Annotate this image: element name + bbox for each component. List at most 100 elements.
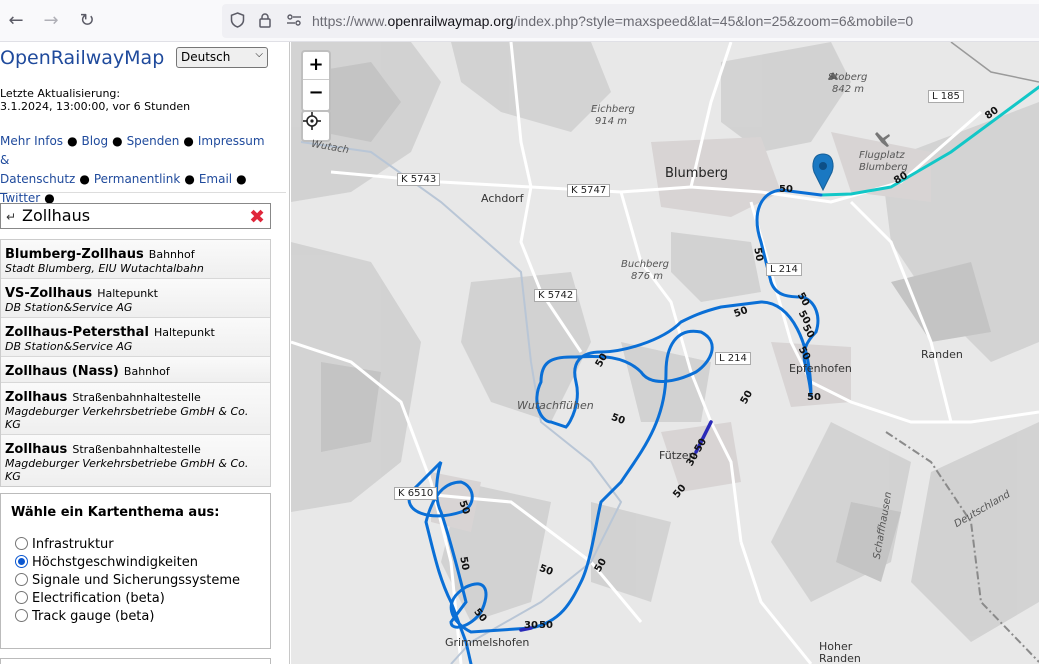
- radio-button[interactable]: [15, 555, 28, 568]
- search-result-item[interactable]: VS-Zollhaus Haltepunkt DB Station&Service…: [1, 279, 270, 318]
- speed-label: 50: [807, 392, 821, 403]
- result-operator: DB Station&Service AG: [5, 301, 133, 314]
- radio-button[interactable]: [15, 609, 28, 622]
- peak-buchberg: Buchberg: [621, 259, 669, 270]
- result-name: Zollhaus: [5, 442, 68, 457]
- search-result-item[interactable]: Blumberg-Zollhaus Bahnhof Stadt Blumberg,…: [1, 240, 270, 279]
- result-name: VS-Zollhaus: [5, 286, 93, 301]
- link-email[interactable]: Email: [199, 172, 232, 186]
- link-donate[interactable]: Spenden: [127, 134, 180, 148]
- next-panel-edge: [0, 658, 271, 664]
- theme-option[interactable]: Track gauge (beta): [15, 609, 154, 624]
- speed-label: 50: [751, 246, 765, 263]
- locate-control: [301, 110, 331, 142]
- search-result-item[interactable]: Zollhaus Straßenbahnhaltestelle Magdeburg…: [1, 383, 270, 435]
- map-view[interactable]: + − Blumberg Achdorf Randen Fützen Epfen…: [291, 42, 1039, 664]
- theme-option-label: Electrification (beta): [32, 591, 165, 606]
- link-permalink[interactable]: Permanentlink: [94, 172, 180, 186]
- zoom-in-button[interactable]: +: [303, 52, 329, 80]
- theme-option-label: Höchstgeschwindigkeiten: [32, 555, 199, 570]
- result-operator: Stadt Blumberg, EIU Wutachtalbahn: [5, 262, 204, 275]
- place-epfenhofen: Epfenhofen: [789, 362, 852, 375]
- result-heading: Zollhaus Straßenbahnhaltestelle: [5, 438, 266, 457]
- road-shield: K 5743: [397, 173, 441, 186]
- separator-dot: ●: [236, 172, 247, 186]
- sidebar: OpenRailwayMap Deutsch ⌵ Letzte Aktualis…: [0, 42, 290, 664]
- speed-label: 50: [539, 620, 553, 631]
- shield-icon[interactable]: [230, 12, 245, 32]
- peak-stoberg-elevation: 842 m: [832, 84, 865, 95]
- reload-icon[interactable]: ↻: [76, 10, 98, 32]
- map-theme-panel: Wähle ein Kartenthema aus: Infrastruktur…: [0, 493, 271, 649]
- place-grimmelshofen: Grimmelshofen: [445, 636, 530, 649]
- theme-option[interactable]: Signale und Sicherungssysteme: [15, 573, 240, 588]
- radio-button[interactable]: [15, 591, 28, 604]
- result-operator: Magdeburger Verkehrsbetriebe GmbH & Co. …: [5, 405, 249, 431]
- crosshair-icon: [303, 112, 321, 130]
- separator-dot: ●: [67, 134, 78, 148]
- search-box[interactable]: ↵ Zollhaus ✖: [0, 203, 271, 229]
- last-update-value: 3.1.2024, 13:00:00, vor 6 Stunden: [0, 100, 191, 113]
- language-select-value: Deutsch: [181, 50, 231, 64]
- place-wutachfluehen: Wutachflühen: [517, 399, 594, 412]
- result-type: Straßenbahnhaltestelle: [72, 443, 201, 456]
- url-path: /index.php?style=maxspeed&lat=45&lon=25&…: [513, 13, 914, 29]
- radio-button[interactable]: [15, 537, 28, 550]
- lock-icon[interactable]: [258, 12, 272, 32]
- clear-search-icon[interactable]: ✖: [249, 206, 265, 228]
- road-shield: K 5747: [567, 184, 611, 197]
- place-hoher-randen-2: Randen: [819, 652, 861, 664]
- forward-icon[interactable]: →: [40, 10, 62, 32]
- separator-dot: ●: [183, 134, 194, 148]
- theme-option[interactable]: Electrification (beta): [15, 591, 165, 606]
- back-icon[interactable]: ←: [5, 10, 27, 32]
- map-theme-title: Wähle ein Kartenthema aus:: [11, 505, 220, 520]
- search-input[interactable]: Zollhaus: [22, 206, 90, 225]
- place-blumberg: Blumberg: [665, 166, 729, 181]
- address-bar[interactable]: https://www.openrailwaymap.org/index.php…: [222, 4, 1039, 38]
- url-host: openrailwaymap.org: [387, 13, 514, 29]
- result-type: Haltepunkt: [154, 326, 215, 339]
- url-prefix: https://www.: [312, 13, 388, 29]
- search-results: Blumberg-Zollhaus Bahnhof Stadt Blumberg,…: [0, 239, 271, 487]
- radio-button[interactable]: [15, 573, 28, 586]
- link-more-info[interactable]: Mehr Infos: [0, 134, 63, 148]
- divider: [0, 192, 286, 193]
- theme-option[interactable]: Infrastruktur: [15, 537, 114, 552]
- road-shield: K 5742: [534, 289, 578, 302]
- airport-label: Flugplatz: [859, 150, 905, 161]
- locate-button[interactable]: [303, 112, 329, 140]
- road-shield: L 214: [766, 263, 802, 276]
- search-result-item[interactable]: Zollhaus (Nass) Bahnhof: [1, 357, 270, 383]
- permissions-icon[interactable]: [286, 12, 302, 32]
- zoom-out-button[interactable]: −: [303, 80, 329, 108]
- result-operator: DB Station&Service AG: [5, 340, 133, 353]
- url-text: https://www.openrailwaymap.org/index.php…: [312, 13, 913, 29]
- search-result-item[interactable]: Zollhaus Straßenbahnhaltestelle Magdeburg…: [1, 435, 270, 486]
- search-caret-icon: ↵: [6, 210, 17, 224]
- result-name: Zollhaus (Nass): [5, 364, 119, 379]
- result-heading: Zollhaus (Nass) Bahnhof: [5, 360, 266, 379]
- result-type: Bahnhof: [148, 248, 195, 261]
- peak-eichberg: Eichberg: [591, 104, 635, 115]
- peak-buchberg-elevation: 876 m: [631, 271, 664, 282]
- peak-eichberg-elevation: 914 m: [595, 116, 628, 127]
- speed-label: 30: [524, 620, 538, 631]
- road-shield: K 6510: [394, 487, 438, 500]
- place-randen: Randen: [921, 348, 963, 361]
- link-privacy[interactable]: Datenschutz: [0, 172, 75, 186]
- separator-dot: ●: [184, 172, 195, 186]
- result-name: Zollhaus: [5, 390, 68, 405]
- app-title: OpenRailwayMap: [0, 47, 165, 69]
- browser-toolbar: ← → ↻ https://www.openrailwaymap.org/ind…: [0, 0, 1039, 42]
- search-result-item[interactable]: Zollhaus-Petersthal Haltepunkt DB Station…: [1, 318, 270, 357]
- result-heading: Zollhaus-Petersthal Haltepunkt: [5, 321, 266, 340]
- language-select[interactable]: Deutsch ⌵: [176, 47, 268, 68]
- peak-stoberg: Stoberg: [828, 72, 868, 83]
- link-blog[interactable]: Blog: [82, 134, 109, 148]
- speed-label: 50: [457, 555, 471, 572]
- last-update-label: Letzte Aktualisierung:: [0, 87, 121, 100]
- info-links: Mehr Infos ● Blog ● Spenden ● Impressum & Date…: [0, 132, 275, 208]
- theme-option[interactable]: Höchstgeschwindigkeiten: [15, 555, 198, 570]
- result-heading: VS-Zollhaus Haltepunkt: [5, 282, 266, 301]
